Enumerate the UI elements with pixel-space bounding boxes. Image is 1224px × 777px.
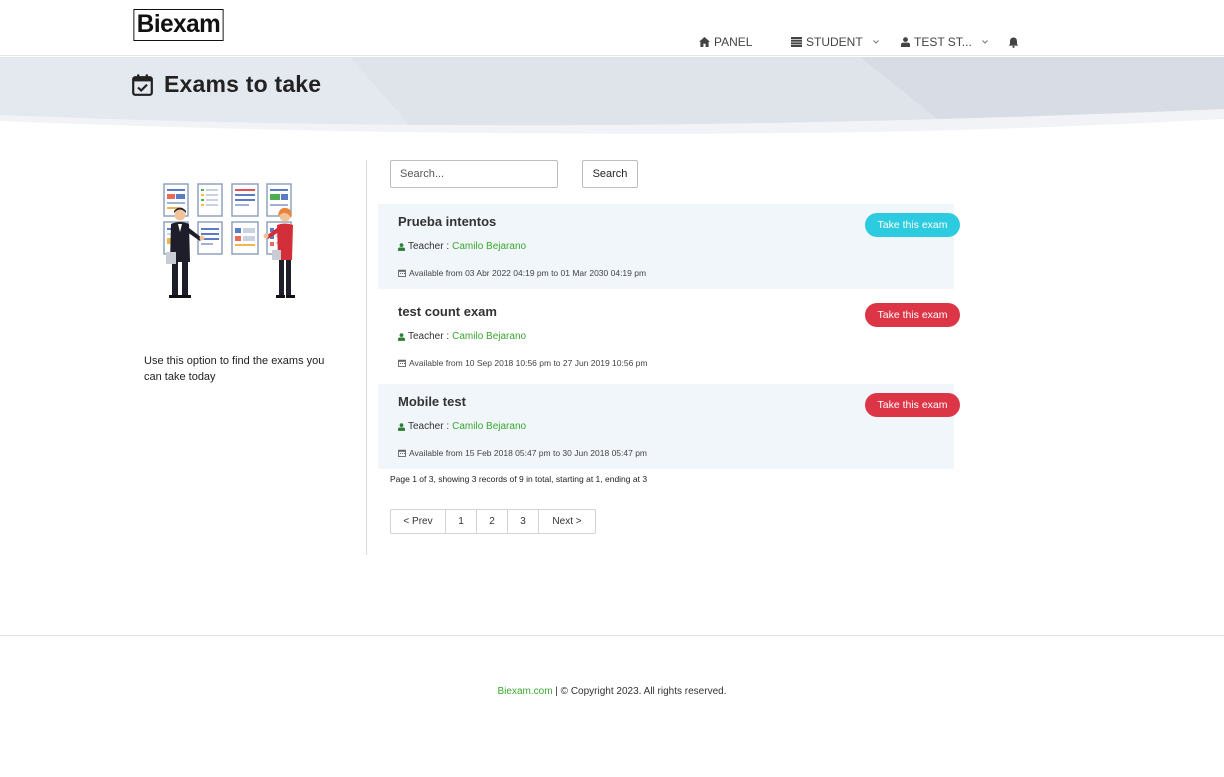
- chevron-down-icon: [872, 40, 879, 44]
- pagination-page-2[interactable]: 2: [477, 510, 508, 533]
- user-icon: [901, 37, 910, 47]
- search-button[interactable]: Search: [582, 160, 638, 188]
- nav-user-label: TEST ST...: [914, 35, 972, 49]
- footer-copyright: | © Copyright 2023. All rights reserved.: [552, 686, 727, 697]
- nav-panel[interactable]: PANEL: [699, 35, 752, 49]
- teacher-label: Teacher :: [408, 421, 450, 432]
- exam-teacher: Teacher : Camilo Bejarano: [398, 241, 526, 252]
- top-navbar: Biexam PANEL STUDENT TEST ST...: [0, 0, 1224, 56]
- home-icon: [699, 37, 710, 47]
- teacher-name: Camilo Bejarano: [452, 241, 527, 252]
- pagination-info: Page 1 of 3, showing 3 records of 9 in t…: [390, 474, 648, 484]
- exam-availability: Available from 10 Sep 2018 10:56 pm to 2…: [398, 358, 647, 368]
- availability-text: Available from 03 Abr 2022 04:19 pm to 0…: [409, 268, 647, 278]
- page-title-group: Exams to take: [132, 71, 321, 98]
- teacher-name: Camilo Bejarano: [452, 421, 527, 432]
- calendar-icon: [398, 449, 406, 457]
- board-card: [231, 183, 259, 217]
- search-input[interactable]: [390, 160, 558, 188]
- board-card: [197, 183, 223, 217]
- column-divider: [366, 160, 367, 555]
- pagination: < Prev 1 2 3 Next >: [390, 509, 596, 534]
- exam-title: test count exam: [398, 304, 497, 319]
- teacher-name: Camilo Bejarano: [452, 331, 527, 342]
- sidebar-description: Use this option to find the exams you ca…: [144, 355, 325, 383]
- board-card: [231, 221, 259, 255]
- exam-teacher: Teacher : Camilo Bejarano: [398, 421, 526, 432]
- user-icon: [398, 422, 405, 431]
- exam-teacher: Teacher : Camilo Bejarano: [398, 331, 526, 342]
- exam-card: test count exam Teacher : Camilo Bejaran…: [378, 294, 960, 379]
- take-exam-button[interactable]: Take this exam: [865, 393, 960, 417]
- nav-student-label: STUDENT: [806, 35, 863, 49]
- calendar-icon: [398, 359, 406, 367]
- nav-panel-label: PANEL: [714, 35, 753, 49]
- pagination-prev[interactable]: < Prev: [391, 510, 446, 533]
- bell-icon: [1008, 37, 1019, 48]
- footer-site-link[interactable]: Biexam.com: [498, 686, 553, 697]
- footer: Biexam.com | © Copyright 2023. All right…: [0, 686, 1224, 697]
- exam-availability: Available from 15 Feb 2018 05:47 pm to 3…: [398, 448, 647, 458]
- user-icon: [398, 242, 405, 251]
- exam-card: Prueba intentos Teacher : Camilo Bejaran…: [378, 204, 960, 289]
- nav-user-menu[interactable]: TEST ST...: [901, 35, 988, 49]
- user-icon: [398, 332, 405, 341]
- footer-divider: [0, 635, 1224, 636]
- exam-title: Prueba intentos: [398, 214, 497, 229]
- pagination-page-1[interactable]: 1: [446, 510, 477, 533]
- availability-text: Available from 15 Feb 2018 05:47 pm to 3…: [409, 448, 648, 458]
- notifications-button[interactable]: [1008, 35, 1019, 49]
- teacher-label: Teacher :: [408, 331, 450, 342]
- chevron-down-icon: [981, 40, 988, 44]
- exam-card: Mobile test Teacher : Camilo Bejarano Av…: [378, 384, 960, 469]
- brand-logo[interactable]: Biexam: [133, 9, 224, 41]
- availability-text: Available from 10 Sep 2018 10:56 pm to 2…: [409, 358, 648, 368]
- teacher-label: Teacher :: [408, 241, 450, 252]
- take-exam-button[interactable]: Take this exam: [865, 303, 960, 327]
- exam-availability: Available from 03 Abr 2022 04:19 pm to 0…: [398, 268, 646, 278]
- calendar-icon: [398, 269, 406, 277]
- exam-board-illustration: [163, 183, 295, 298]
- exam-title: Mobile test: [398, 394, 466, 409]
- calendar-check-icon: [132, 73, 153, 96]
- nav-student[interactable]: STUDENT: [791, 35, 879, 49]
- pagination-page-3[interactable]: 3: [508, 510, 539, 533]
- list-icon: [791, 37, 802, 47]
- take-exam-button[interactable]: Take this exam: [865, 213, 960, 237]
- page-title: Exams to take: [164, 71, 322, 97]
- pagination-next[interactable]: Next >: [539, 510, 595, 533]
